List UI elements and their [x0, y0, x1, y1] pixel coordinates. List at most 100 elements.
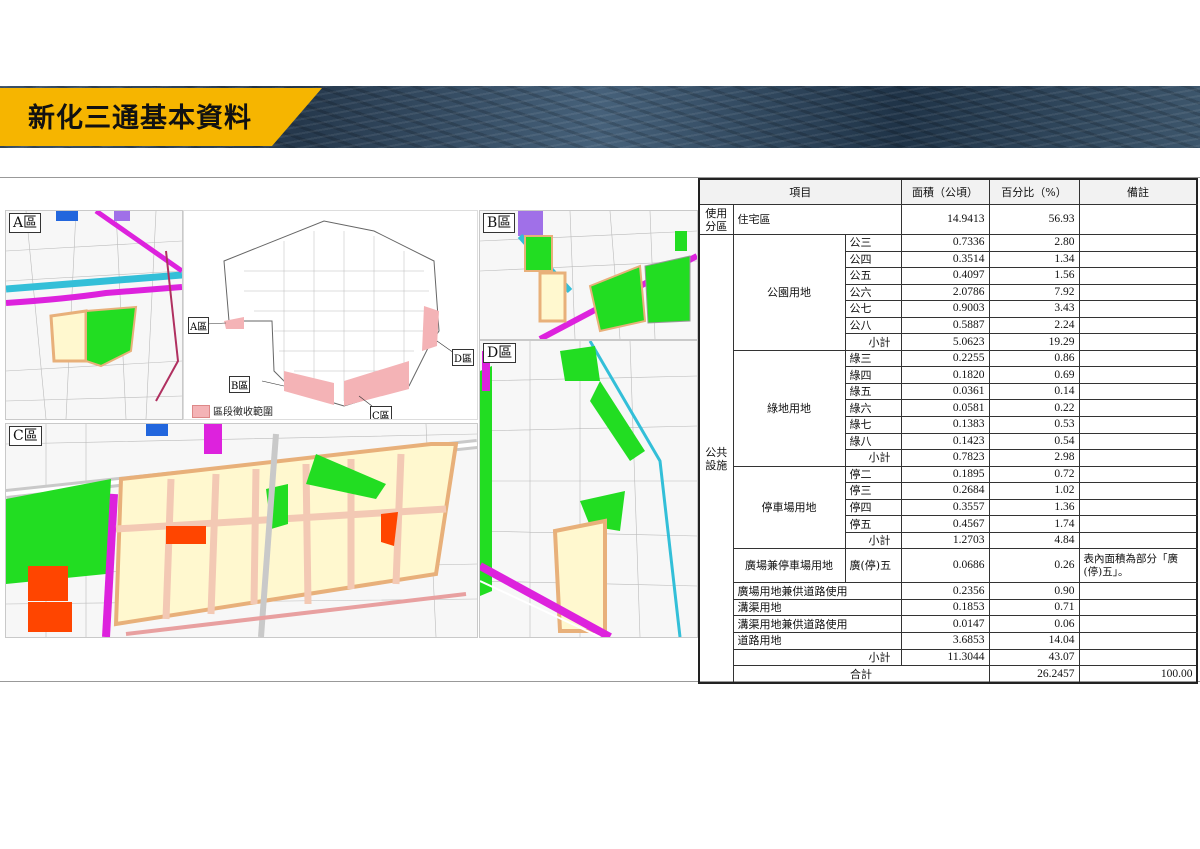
use-zone-category: 使用分區	[698, 204, 734, 235]
area-cell: 0.1853	[900, 598, 990, 617]
green-name: 綠地用地	[732, 349, 846, 467]
subtotal-percent: 4.84	[988, 531, 1080, 550]
note-cell	[1078, 465, 1198, 484]
note-cell	[1078, 482, 1198, 500]
legend-swatch	[192, 405, 210, 418]
note-cell	[1078, 648, 1198, 667]
sub-item: 停五	[844, 515, 902, 533]
table-row-total: 合計 26.2457 100.00	[699, 665, 1198, 684]
area-cell: 0.0147	[900, 615, 990, 634]
sub-item: 停三	[844, 482, 902, 500]
note-cell	[1078, 598, 1198, 617]
area-cell: 0.3557	[900, 498, 990, 517]
subtotal-area: 11.3044	[900, 648, 990, 667]
map-panel-a: A區	[5, 210, 183, 420]
sub-item: 公四	[844, 250, 902, 269]
note-cell	[1078, 498, 1198, 517]
percent-cell: 0.90	[988, 582, 1080, 600]
percent-cell: 0.06	[988, 615, 1080, 634]
note-cell	[1078, 515, 1198, 533]
subtotal-area: 5.0623	[900, 333, 990, 351]
item-name: 道路用地	[732, 632, 902, 650]
subtotal-label: 小計	[844, 333, 902, 351]
sub-item: 停四	[844, 498, 902, 517]
sub-item: 公七	[844, 300, 902, 318]
note-cell	[1078, 432, 1198, 451]
area-cell: 0.0581	[900, 399, 990, 418]
map-panel-c: C區	[5, 423, 478, 638]
page-title: 新化三通基本資料	[28, 103, 252, 134]
subtotal-percent: 43.07	[988, 648, 1080, 667]
percent-cell: 0.53	[988, 416, 1080, 434]
panel-b-label: B區	[483, 213, 516, 233]
percent-cell: 0.22	[988, 399, 1080, 418]
table-header-row: 項目 面積（公頃） 百分比（%） 備註	[698, 178, 1198, 205]
overview-map-drawing	[205, 220, 455, 407]
percent-cell: 1.36	[988, 498, 1080, 517]
percent-cell: 1.02	[988, 482, 1080, 500]
area-cell: 0.4567	[900, 515, 990, 533]
sub-item: 綠七	[844, 416, 902, 434]
note-cell	[1078, 333, 1198, 351]
note-cell	[1078, 531, 1198, 550]
parking-name: 停車場用地	[732, 465, 846, 550]
overview-label-c: C區	[370, 406, 392, 419]
col-header-area: 面積（公頃）	[900, 178, 990, 205]
map-c-drawing	[6, 424, 477, 637]
note-cell	[1078, 349, 1198, 368]
legend-text: 區段徵收範圍	[213, 407, 273, 418]
item-name: 廣場用地兼供道路使用	[732, 582, 902, 600]
col-header-note: 備註	[1078, 178, 1198, 205]
table-row-public-subtotal: 小計 11.3044 43.07	[699, 648, 1198, 667]
map-panel-d: D區	[479, 340, 698, 638]
note-cell	[1078, 582, 1198, 600]
sub-item: 公八	[844, 316, 902, 335]
note-cell	[1078, 382, 1198, 401]
use-zone-area: 14.9413	[900, 204, 990, 235]
subtotal-percent: 2.98	[988, 449, 1080, 467]
plaza-parking-name: 廣場兼停車場用地	[732, 548, 846, 584]
area-cell: 0.4097	[900, 267, 990, 285]
note-cell	[1078, 449, 1198, 467]
sub-item: 綠八	[844, 432, 902, 451]
percent-cell: 0.69	[988, 366, 1080, 384]
note-cell	[1078, 250, 1198, 269]
area-cell: 0.9003	[900, 300, 990, 318]
item-name: 溝渠用地	[732, 598, 902, 617]
map-d-drawing	[480, 341, 697, 637]
area-cell: 3.6853	[900, 632, 990, 650]
use-zone-note	[1078, 204, 1198, 235]
note-cell	[1078, 283, 1198, 302]
panel-c-label: C區	[9, 426, 42, 446]
percent-cell: 14.04	[988, 632, 1080, 650]
percent-cell: 3.43	[988, 300, 1080, 318]
percent-cell: 1.74	[988, 515, 1080, 533]
table-row: 停車場用地 停二 0.1895 0.72	[699, 465, 1198, 550]
percent-cell: 1.56	[988, 267, 1080, 285]
area-cell: 2.0786	[900, 283, 990, 302]
land-use-table: 項目 面積（公頃） 百分比（%） 備註 使用分區 住宅區 14.9413 56.…	[698, 178, 1198, 684]
table-row-plaza-parking: 廣場兼停車場用地 廣(停)五 0.0686 0.26 表內面積為部分「廣(停)五…	[699, 548, 1198, 584]
note-cell	[1078, 632, 1198, 650]
area-cell: 0.1423	[900, 432, 990, 451]
overview-label-a: A區	[188, 317, 210, 334]
percent-cell: 2.24	[988, 316, 1080, 335]
parks-name: 公園用地	[732, 234, 846, 351]
panel-a-label: A區	[9, 213, 42, 233]
sub-item: 綠五	[844, 382, 902, 401]
sub-item: 綠四	[844, 366, 902, 384]
sub-item: 綠六	[844, 399, 902, 418]
table-row: 溝渠用地 0.1853 0.71	[699, 598, 1198, 617]
area-cell: 0.5887	[900, 316, 990, 335]
panel-d-label: D區	[483, 343, 517, 363]
note-cell	[1078, 234, 1198, 252]
use-zone-percent: 56.93	[988, 204, 1080, 235]
item-name: 溝渠用地兼供道路使用	[732, 615, 902, 634]
total-percent: 100.00	[1078, 665, 1198, 684]
area-cell: 0.7336	[900, 234, 990, 252]
table-row: 道路用地 3.6853 14.04	[699, 632, 1198, 650]
col-header-item: 項目	[698, 178, 902, 205]
overview-map-panel: A區 B區 C區 D區	[183, 210, 478, 420]
overview-label-b: B區	[229, 376, 251, 393]
percent-cell: 7.92	[988, 283, 1080, 302]
